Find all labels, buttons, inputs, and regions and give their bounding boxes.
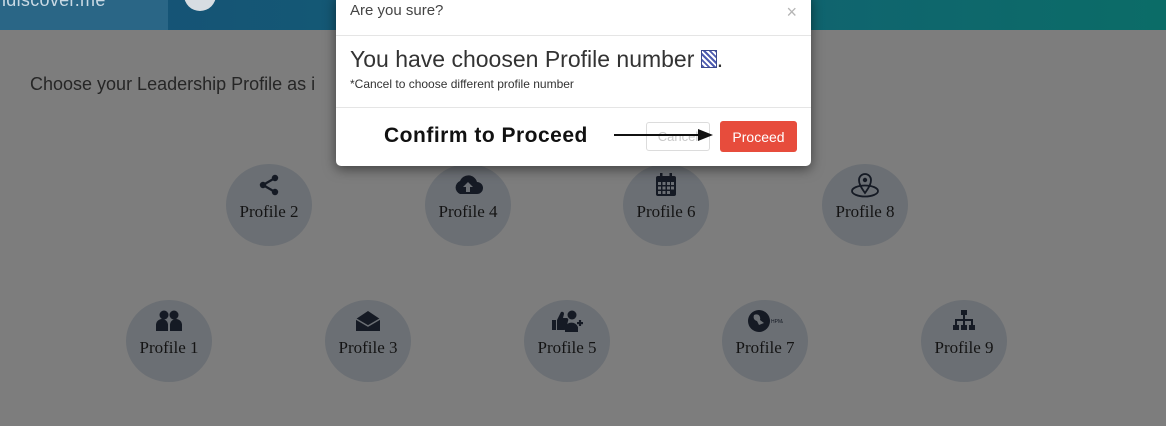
profile-option-9[interactable]: Profile 9 xyxy=(921,300,1007,382)
header-divider xyxy=(336,35,811,36)
profile-label: Profile 9 xyxy=(934,338,994,357)
footer-divider xyxy=(336,107,811,108)
thumbs-up-user-add-icon xyxy=(524,308,610,334)
profile-label: Profile 3 xyxy=(338,338,398,357)
profile-option-5[interactable]: Profile 5 xyxy=(524,300,610,382)
calendar-icon xyxy=(623,172,709,198)
annotation-arrow-icon xyxy=(614,129,713,141)
envelope-icon xyxy=(325,308,411,334)
annotation-label: Confirm to Proceed xyxy=(384,124,588,147)
profile-option-2[interactable]: Profile 2 xyxy=(226,164,312,246)
map-marker-icon xyxy=(822,172,908,198)
close-icon[interactable]: × xyxy=(786,2,797,23)
share-icon xyxy=(226,172,312,198)
sitemap-icon xyxy=(921,308,1007,334)
dialog-title: Are you sure? xyxy=(350,2,444,19)
eagle-seal-icon: HPMA xyxy=(722,308,808,334)
users-icon xyxy=(126,308,212,334)
profile-option-6[interactable]: Profile 6 xyxy=(623,164,709,246)
page-instruction: Choose your Leadership Profile as i xyxy=(30,74,316,94)
brand-logo-text: idiscover.me xyxy=(2,0,106,10)
profile-label: Profile 7 xyxy=(735,338,795,357)
profile-label: Profile 8 xyxy=(835,202,895,221)
user-menu-icon[interactable] xyxy=(184,0,216,11)
message-text: You have choosen Profile number xyxy=(350,46,695,72)
profile-label: Profile 5 xyxy=(537,338,597,357)
profile-label: Profile 4 xyxy=(438,202,498,221)
profile-option-3[interactable]: Profile 3 xyxy=(325,300,411,382)
proceed-button[interactable]: Proceed xyxy=(720,121,797,152)
profile-option-7[interactable]: HPMA Profile 7 xyxy=(722,300,808,382)
profile-label: Profile 6 xyxy=(636,202,696,221)
confirm-dialog: Are you sure? × You have choosen Profile… xyxy=(336,0,811,166)
brand-tab[interactable]: idiscover.me xyxy=(0,0,168,30)
dialog-message: You have choosen Profile number . xyxy=(350,46,723,73)
svg-text:HPMA: HPMA xyxy=(771,319,783,325)
profile-label: Profile 2 xyxy=(239,202,299,221)
profile-option-8[interactable]: Profile 8 xyxy=(822,164,908,246)
message-suffix: . xyxy=(716,46,724,72)
profile-option-4[interactable]: Profile 4 xyxy=(425,164,511,246)
profile-number-glyph-icon xyxy=(700,50,717,68)
profile-option-1[interactable]: Profile 1 xyxy=(126,300,212,382)
profile-label: Profile 1 xyxy=(139,338,199,357)
cloud-upload-icon xyxy=(425,172,511,198)
dialog-note: *Cancel to choose different profile numb… xyxy=(350,77,574,91)
